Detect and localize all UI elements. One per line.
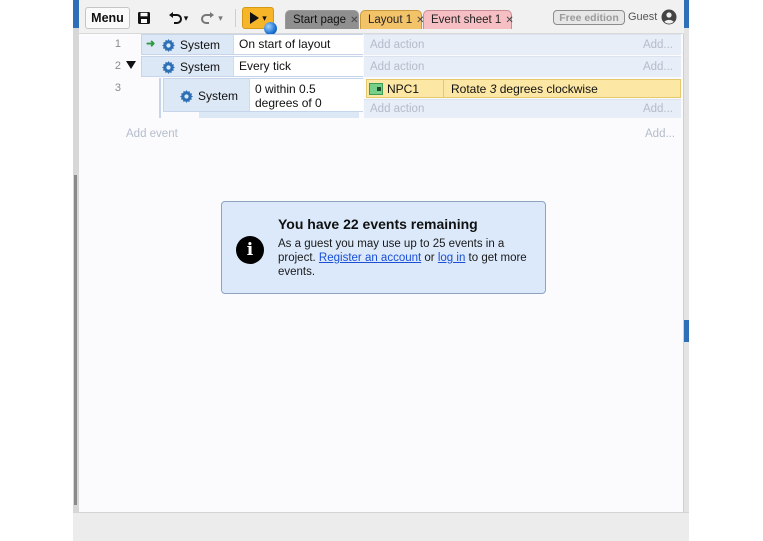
- free-edition-badge[interactable]: Free edition: [553, 10, 625, 25]
- bottom-panel: [73, 512, 689, 541]
- add-action-link[interactable]: Add action: [370, 103, 424, 115]
- add-menu-link[interactable]: Add...: [643, 39, 673, 51]
- play-icon: [250, 12, 260, 24]
- toolbar-divider: [235, 9, 236, 27]
- action-row-rotate[interactable]: NPC1 Rotate 3 degrees clockwise: [366, 79, 681, 98]
- condition-text[interactable]: Every tick: [233, 57, 363, 76]
- event-number: 2: [114, 60, 121, 72]
- action-divider: [443, 80, 444, 98]
- condition-object-name: System: [198, 89, 239, 103]
- user-account-icon[interactable]: [661, 9, 677, 25]
- undo-button[interactable]: ▾: [165, 7, 191, 29]
- save-icon: [138, 12, 150, 24]
- toolbar: Menu ▾ ▾ ▾ Start page ✕ Layout 1 ✕ Event…: [79, 0, 684, 35]
- tab-start-page[interactable]: Start page ✕: [285, 10, 359, 29]
- log-in-link[interactable]: log in: [438, 252, 466, 264]
- redo-icon: [201, 12, 215, 24]
- close-icon[interactable]: ✕: [505, 15, 513, 26]
- undo-icon: [168, 12, 182, 24]
- condition-object-name: System: [180, 38, 221, 52]
- redo-dropdown-icon[interactable]: ▾: [218, 13, 223, 24]
- menu-button[interactable]: Menu: [85, 7, 130, 29]
- event-1-actions: Add action Add...: [364, 34, 681, 55]
- condition-text[interactable]: On start of layout: [233, 35, 363, 54]
- add-menu-link[interactable]: Add...: [643, 103, 673, 115]
- collapse-triangle-icon[interactable]: [126, 61, 136, 69]
- tab-label: Start page: [293, 14, 347, 26]
- redo-button[interactable]: ▾: [197, 7, 227, 29]
- condition-object: System: [180, 89, 238, 103]
- action-text-prefix: Rotate: [451, 82, 490, 96]
- tab-event-sheet-1[interactable]: Event sheet 1 ✕: [423, 10, 514, 29]
- add-action-link[interactable]: Add action: [370, 39, 424, 51]
- event-1-condition-block[interactable]: ➜ System On start of layout: [141, 34, 363, 55]
- condition-text-line: degrees of 0: [255, 96, 322, 110]
- gear-icon: [162, 60, 175, 74]
- action-text-suffix: degrees clockwise: [496, 82, 598, 96]
- close-icon[interactable]: ✕: [350, 15, 358, 26]
- add-menu-link[interactable]: Add...: [645, 128, 675, 140]
- condition-object-name: System: [180, 60, 221, 74]
- action-text: Rotate 3 degrees clockwise: [451, 82, 598, 96]
- sprite-object-icon: [369, 83, 383, 95]
- condition-text-line: 0 within 0.5: [255, 82, 316, 96]
- events-remaining-notice: i You have 22 events remaining As a gues…: [221, 201, 546, 294]
- guest-label[interactable]: Guest: [628, 11, 657, 23]
- condition-text[interactable]: 0 within 0.5 degrees of 0: [249, 79, 363, 111]
- sub-event-footer: [199, 112, 359, 118]
- add-event-link[interactable]: Add event: [126, 128, 178, 140]
- gear-icon: [180, 89, 193, 103]
- tab-layout-1[interactable]: Layout 1 ✕: [360, 10, 425, 29]
- add-menu-link[interactable]: Add...: [643, 61, 673, 73]
- editor-window: Menu ▾ ▾ ▾ Start page ✕ Layout 1 ✕ Event…: [79, 0, 684, 512]
- condition-object: System: [162, 60, 220, 74]
- right-window-edge: [684, 0, 689, 512]
- event-3-actions: Add action Add...: [364, 99, 681, 118]
- play-dropdown-icon[interactable]: ▾: [262, 13, 267, 24]
- event-2-condition-block[interactable]: System Every tick: [141, 56, 363, 77]
- notice-body: As a guest you may use up to 25 events i…: [278, 237, 533, 279]
- trigger-arrow-icon: ➜: [146, 38, 156, 50]
- register-account-link[interactable]: Register an account: [319, 252, 421, 264]
- event-number: 3: [114, 82, 121, 94]
- sub-event-indent-line: [159, 78, 161, 118]
- add-action-link[interactable]: Add action: [370, 61, 424, 73]
- event-2-actions: Add action Add...: [364, 56, 681, 77]
- notice-text: or: [421, 252, 438, 264]
- notice-title: You have 22 events remaining: [278, 216, 478, 232]
- gear-icon: [162, 38, 175, 52]
- condition-object: System: [162, 38, 220, 52]
- event-3-condition-block[interactable]: System 0 within 0.5 degrees of 0: [163, 78, 363, 112]
- save-button[interactable]: [133, 7, 155, 29]
- screenshot: Menu ▾ ▾ ▾ Start page ✕ Layout 1 ✕ Event…: [0, 0, 763, 541]
- action-object-name: NPC1: [387, 82, 420, 96]
- tab-label: Event sheet 1: [431, 14, 502, 26]
- info-icon: i: [236, 236, 264, 264]
- tab-label: Layout 1: [368, 14, 413, 26]
- undo-dropdown-icon[interactable]: ▾: [184, 13, 189, 24]
- event-number: 1: [114, 38, 121, 50]
